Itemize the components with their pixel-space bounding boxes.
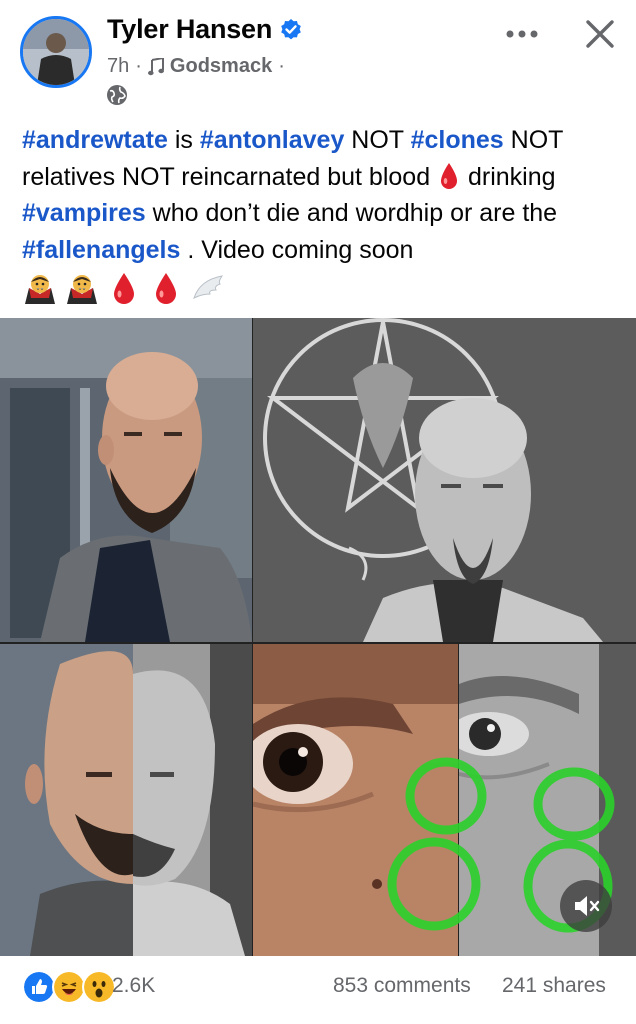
comments-count[interactable]: 853 comments [333, 974, 471, 998]
music-note-icon [147, 57, 164, 75]
close-icon[interactable] [580, 14, 620, 54]
post-text-segment: . Video coming soon [180, 235, 414, 264]
emoji-row [22, 268, 226, 308]
reaction-count[interactable]: 2.6K [112, 974, 155, 998]
hashtag-link[interactable]: #andrewtate [22, 126, 168, 154]
post-text: #andrewtate is #antonlavey NOT #clones N… [22, 122, 622, 268]
globe-icon [107, 85, 127, 105]
author-name[interactable]: Tyler Hansen [107, 14, 272, 45]
post-text-segment: who don’t die and wordhip or are the [145, 199, 558, 227]
meta-separator: · [135, 55, 142, 77]
song-name[interactable]: Godsmack [170, 55, 272, 78]
hashtag-link[interactable]: #fallenangels [22, 236, 180, 264]
avatar[interactable] [20, 16, 92, 88]
vampire-emoji [67, 275, 97, 304]
blood-drop-emoji [114, 273, 134, 304]
reaction-icons[interactable] [22, 970, 116, 1004]
post-video[interactable] [0, 318, 636, 956]
wing-emoji [193, 275, 224, 299]
post-text-segment: is [167, 126, 200, 154]
shares-count[interactable]: 241 shares [502, 974, 606, 998]
blood-drop-emoji [156, 273, 176, 304]
wow-icon [82, 970, 116, 1004]
blood-drop-icon [441, 162, 458, 189]
verified-badge-icon [281, 19, 301, 40]
post-text-segment: NOT [344, 126, 411, 154]
post-time[interactable]: 7h [107, 55, 129, 78]
more-icon[interactable] [500, 20, 544, 48]
hashtag-link[interactable]: #antonlavey [200, 126, 345, 154]
hashtag-link[interactable]: #vampires [22, 199, 146, 227]
vampire-emoji [25, 275, 55, 304]
like-icon [22, 970, 56, 1004]
post-text-segment: drinking [461, 162, 556, 191]
green-eight-overlay [387, 757, 615, 933]
meta-separator: · [278, 55, 285, 77]
mute-button[interactable] [560, 880, 612, 932]
mute-icon [575, 896, 600, 916]
haha-icon [52, 970, 86, 1004]
post-header: Tyler Hansen 7h · Godsmack · [0, 0, 636, 115]
hashtag-link[interactable]: #clones [411, 126, 504, 154]
post-footer: 2.6K 853 comments 241 shares [0, 958, 636, 1024]
post-meta: 7h · Godsmack · [107, 55, 285, 78]
